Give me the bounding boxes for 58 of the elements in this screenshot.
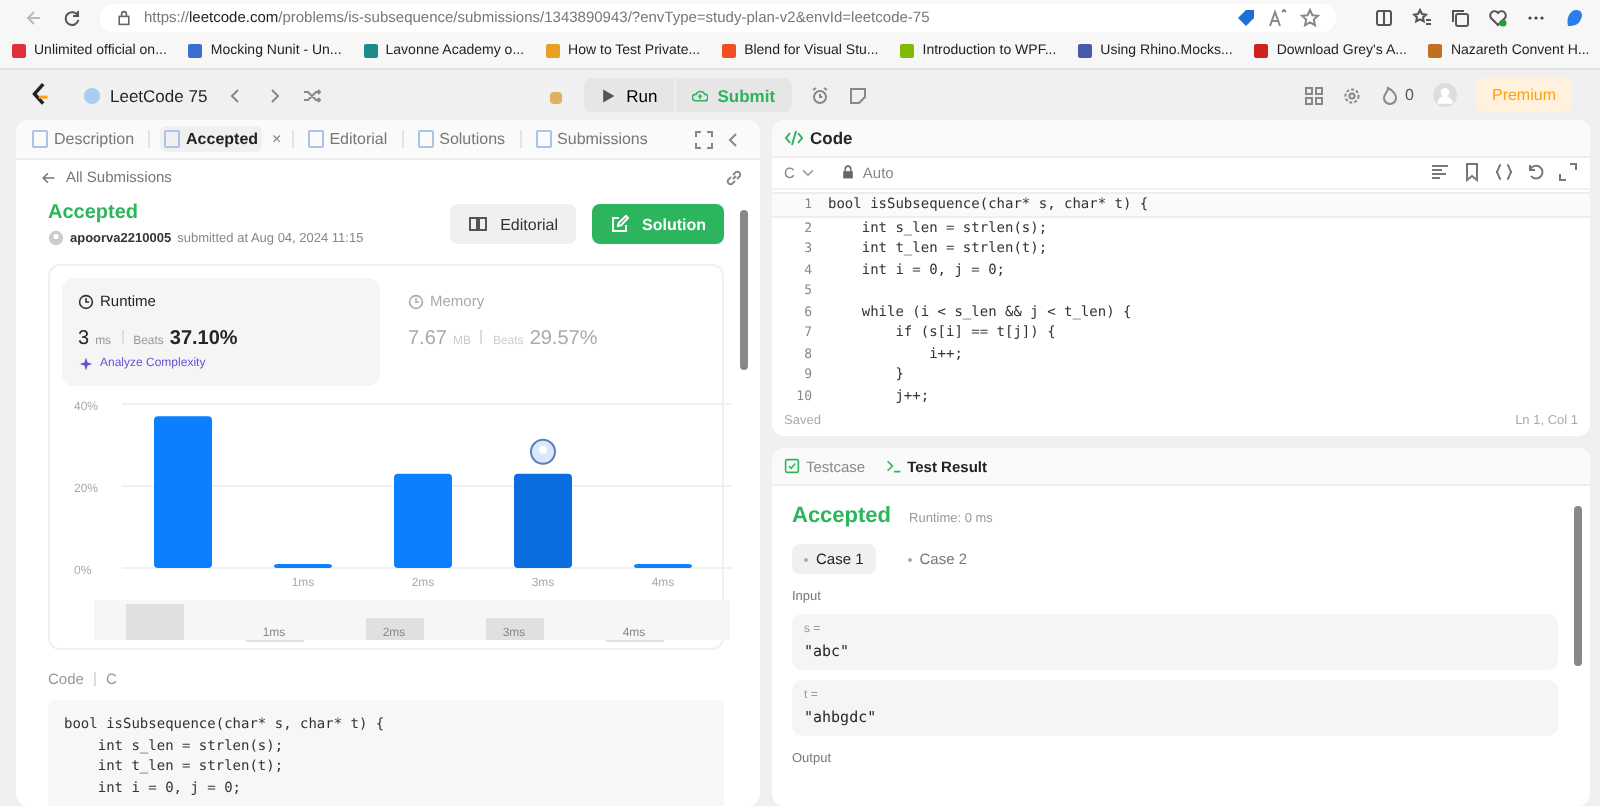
beats-percentage: 37.10% xyxy=(169,328,238,350)
panel-tab[interactable]: Editorial xyxy=(303,126,392,152)
beats-percentage: 29.57% xyxy=(529,328,598,350)
leetcode-logo-icon[interactable] xyxy=(28,82,54,108)
layout-grid-icon[interactable] xyxy=(1303,85,1324,105)
shuffle-icon[interactable] xyxy=(301,85,322,105)
checkbox-icon xyxy=(784,458,800,474)
clock-icon xyxy=(78,293,94,309)
panel-tab[interactable]: Submissions xyxy=(531,126,652,152)
alarm-clock-icon[interactable] xyxy=(809,85,830,105)
bookmark-icon[interactable] xyxy=(1462,162,1482,183)
edit-icon xyxy=(610,214,630,234)
sparkle-icon xyxy=(78,356,94,372)
tag-icon[interactable] xyxy=(1236,7,1256,27)
chevron-down-icon xyxy=(800,164,817,181)
user-avatar-marker xyxy=(530,438,556,465)
heart-pulse-icon[interactable] xyxy=(1488,7,1508,27)
code-icon xyxy=(784,127,804,148)
run-button[interactable]: Run xyxy=(584,78,674,112)
chart-bar[interactable] xyxy=(634,563,692,568)
close-tab-button[interactable]: × xyxy=(272,130,282,148)
chart-bar[interactable] xyxy=(274,563,332,568)
problem-list-link[interactable]: LeetCode 75 xyxy=(84,85,208,105)
link-icon[interactable] xyxy=(724,167,744,187)
reset-icon[interactable] xyxy=(1526,162,1546,183)
collections-icon[interactable] xyxy=(1450,7,1470,27)
metric-value: 3 xyxy=(78,328,90,350)
terminal-icon xyxy=(885,458,902,474)
editorial-button[interactable]: Editorial xyxy=(450,204,576,244)
arrow-left-icon xyxy=(40,169,56,185)
note-icon[interactable] xyxy=(847,85,868,105)
panel-tab[interactable]: Accepted xyxy=(160,126,263,152)
back-icon[interactable] xyxy=(24,7,44,27)
metric-value: 7.67 xyxy=(408,328,447,350)
submission-status: Accepted xyxy=(48,202,141,224)
favorites-icon[interactable] xyxy=(1412,7,1432,27)
lock-icon xyxy=(840,164,857,181)
streak-counter[interactable]: 0 xyxy=(1379,85,1414,105)
settings-icon[interactable] xyxy=(1341,85,1362,105)
result-status: Accepted xyxy=(792,504,892,528)
scrollbar[interactable] xyxy=(740,210,748,370)
format-icon[interactable] xyxy=(1430,162,1450,183)
scrollbar[interactable] xyxy=(1574,506,1582,666)
expand-icon[interactable] xyxy=(1558,162,1578,183)
maximize-icon[interactable] xyxy=(694,129,714,149)
refresh-icon[interactable] xyxy=(62,7,82,27)
read-aloud-icon[interactable] xyxy=(1268,7,1288,27)
play-icon xyxy=(600,87,617,103)
cloud-upload-icon xyxy=(691,87,708,103)
panel-tab[interactable]: Description xyxy=(28,126,139,152)
braces-icon[interactable] xyxy=(1494,162,1514,183)
editor-title: Code xyxy=(810,127,853,148)
panel-tab[interactable]: Solutions xyxy=(413,126,510,152)
star-icon[interactable] xyxy=(1300,7,1320,27)
user-avatar-icon xyxy=(48,230,64,246)
book-icon xyxy=(468,214,489,234)
lock-icon xyxy=(116,9,132,25)
split-screen-icon[interactable] xyxy=(1374,7,1394,27)
